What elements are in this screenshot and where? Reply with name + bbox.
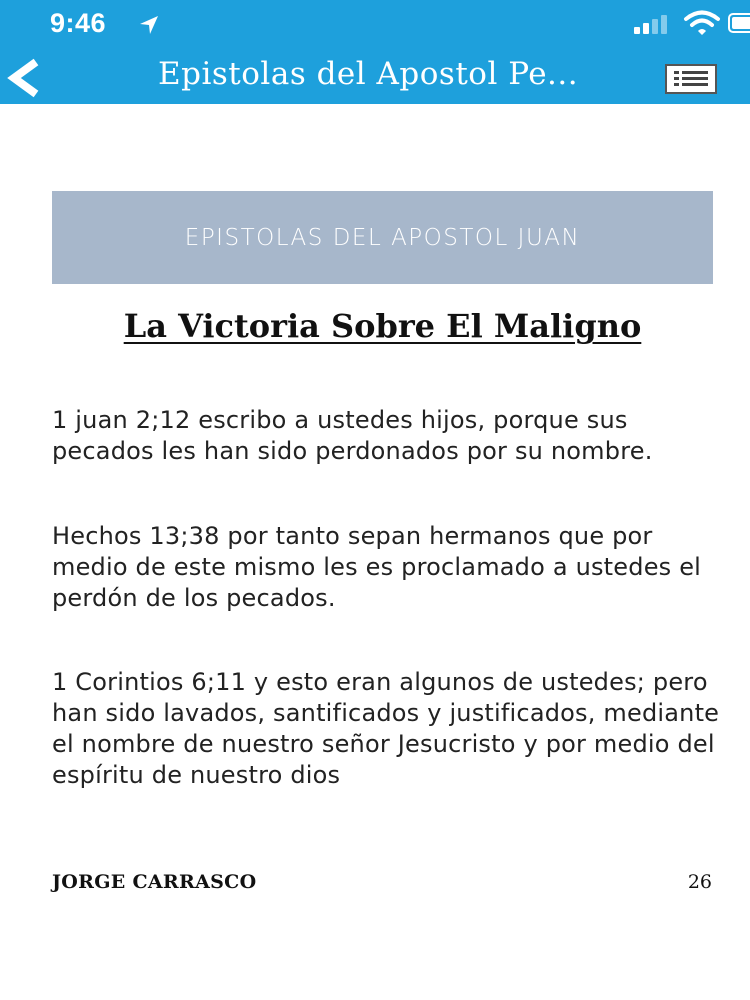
book-reader-screen: 9:46 Epistolas del Apostol Pe... EPISTOL… (0, 0, 750, 1000)
page-number: 26 (687, 871, 712, 893)
cellular-signal-icon (634, 15, 667, 34)
chapter-title: La Victoria Sobre El Maligno (123, 307, 642, 345)
status-time: 9:46 (50, 8, 107, 38)
back-button[interactable] (2, 56, 46, 100)
table-of-contents-button[interactable] (665, 64, 717, 94)
book-banner: EPISTOLAS DEL APOSTOL JUAN (52, 191, 713, 284)
wifi-icon (684, 10, 720, 35)
paragraph: Hechos 13;38 por tanto sepan hermanos qu… (52, 522, 702, 612)
nav-title: Epistolas del Apostol Pe... (158, 56, 579, 92)
book-banner-text: EPISTOLAS DEL APOSTOL JUAN (184, 224, 581, 251)
paragraph: 1 juan 2;12 escribo a ustedes hijos, por… (52, 406, 653, 465)
list-icon (674, 71, 708, 86)
footer-author: JORGE CARRASCO (52, 871, 257, 893)
paragraph: 1 Corintios 6;11 y esto eran algunos de … (52, 668, 720, 789)
battery-icon (728, 13, 750, 33)
top-bar: 9:46 Epistolas del Apostol Pe... (0, 0, 750, 104)
location-arrow-icon (140, 16, 158, 34)
